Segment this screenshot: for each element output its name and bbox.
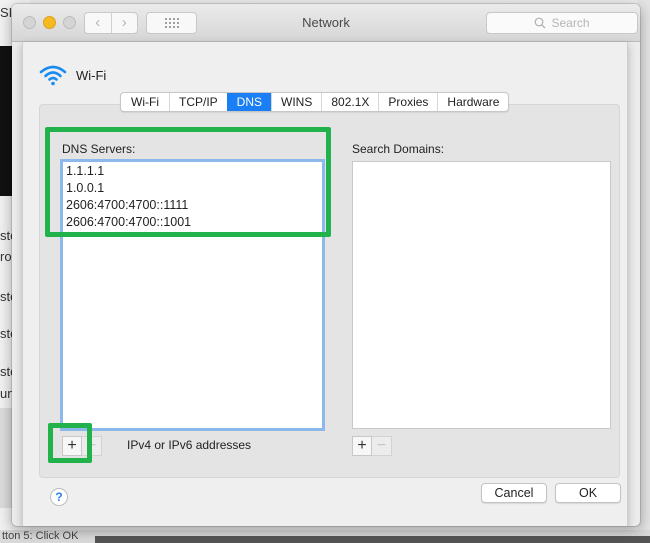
dns-servers-label: DNS Servers: <box>62 142 136 156</box>
tab-hardware[interactable]: Hardware <box>437 93 508 111</box>
search-domains-list[interactable] <box>352 161 611 429</box>
search-domains-label: Search Domains: <box>352 142 445 156</box>
background-text: SI <box>0 5 12 20</box>
wifi-icon <box>39 65 67 86</box>
remove-search-domain-button[interactable]: − <box>372 436 392 456</box>
remove-dns-server-button[interactable]: − <box>82 436 102 456</box>
network-window: ‹ › Network Search Wi-Fi Wi-Fi TCP/IP DN… <box>12 4 640 526</box>
tab-8021x[interactable]: 802.1X <box>321 93 378 111</box>
tab-tcpip[interactable]: TCP/IP <box>168 93 227 111</box>
search-placeholder: Search <box>551 16 590 30</box>
background-text: un <box>0 386 12 401</box>
interface-header: Wi-Fi <box>39 64 106 86</box>
dns-servers-list[interactable]: 1.1.1.1 1.0.0.1 2606:4700:4700::1111 260… <box>60 159 325 431</box>
tab-proxies[interactable]: Proxies <box>378 93 437 111</box>
background-app: tton 5: Click OK <box>0 530 650 543</box>
help-button[interactable]: ? <box>50 488 68 506</box>
cancel-button[interactable]: Cancel <box>481 483 547 503</box>
background-text: ste <box>0 289 12 304</box>
background-text: ste <box>0 228 12 243</box>
background-text: ste <box>0 326 12 341</box>
tab-bar: Wi-Fi TCP/IP DNS WINS 802.1X Proxies Har… <box>120 92 510 112</box>
background-text: ste <box>0 364 12 379</box>
background-text: tton 5: Click OK <box>2 530 79 542</box>
dns-server-item[interactable]: 1.0.0.1 <box>63 180 322 197</box>
advanced-settings-sheet: Wi-Fi Wi-Fi TCP/IP DNS WINS 802.1X Proxi… <box>22 42 628 526</box>
background-text: ro <box>0 249 12 264</box>
search-icon <box>535 17 546 29</box>
dns-tab-panel: DNS Servers: 1.1.1.1 1.0.0.1 2606:4700:4… <box>39 104 620 478</box>
title-bar: ‹ › Network Search <box>12 4 640 42</box>
interface-name: Wi-Fi <box>76 67 107 83</box>
tab-wins[interactable]: WINS <box>271 93 321 111</box>
dns-server-item[interactable]: 2606:4700:4700::1001 <box>63 214 322 231</box>
add-dns-server-button[interactable]: + <box>62 436 82 456</box>
dns-add-remove: + − <box>62 436 102 456</box>
dns-server-item[interactable]: 1.1.1.1 <box>63 163 322 180</box>
add-search-domain-button[interactable]: + <box>352 436 372 456</box>
tab-wifi[interactable]: Wi-Fi <box>121 93 169 111</box>
dns-server-item[interactable]: 2606:4700:4700::1111 <box>63 197 322 214</box>
search-domains-add-remove: + − <box>352 436 392 456</box>
tab-dns[interactable]: DNS <box>226 93 271 111</box>
ok-button[interactable]: OK <box>555 483 621 503</box>
dns-hint: IPv4 or IPv6 addresses <box>127 438 252 452</box>
search-input[interactable]: Search <box>486 12 638 34</box>
